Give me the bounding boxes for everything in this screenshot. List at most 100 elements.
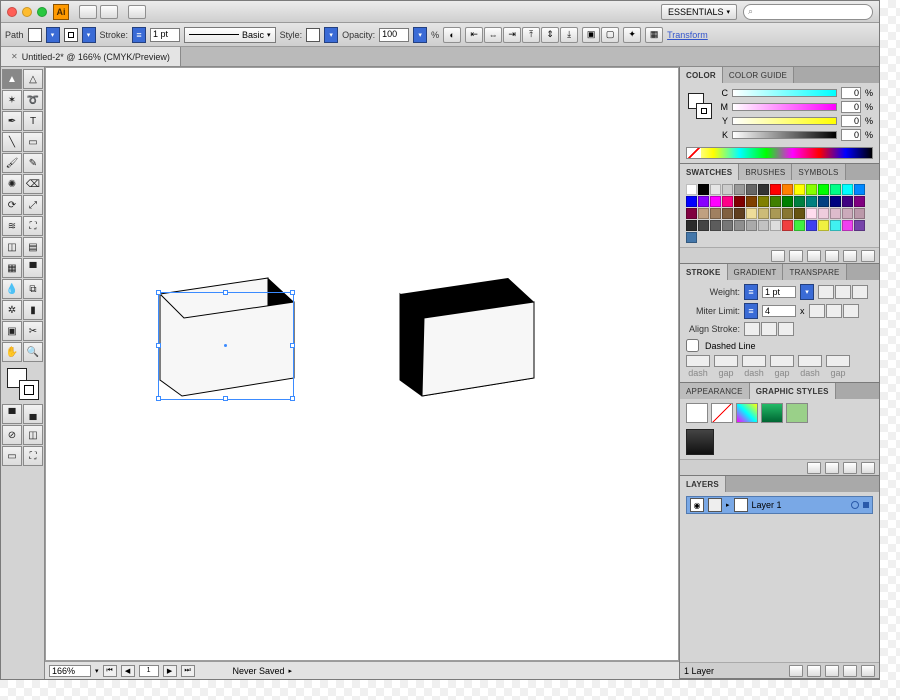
style-light-green[interactable]: [786, 403, 808, 423]
make-clip-icon[interactable]: [807, 665, 821, 677]
magenta-field[interactable]: 0: [841, 101, 861, 113]
stroke-dropdown[interactable]: [82, 27, 96, 43]
swatch[interactable]: [686, 208, 697, 219]
color-spectrum[interactable]: [686, 147, 873, 159]
swatch[interactable]: [758, 220, 769, 231]
swatch-libraries-icon[interactable]: [771, 250, 785, 262]
align-left-icon[interactable]: ⇤: [465, 27, 483, 43]
align-hcenter-icon[interactable]: ⇔: [484, 27, 502, 43]
layout-toggle-b[interactable]: [100, 5, 118, 19]
artboard-tool-icon[interactable]: ▣: [2, 321, 22, 341]
width-tool-icon[interactable]: ≋: [2, 216, 22, 236]
delete-layer-icon[interactable]: [861, 665, 875, 677]
scale-tool-icon[interactable]: ⤢: [23, 195, 43, 215]
swatch[interactable]: [770, 196, 781, 207]
swatch[interactable]: [722, 220, 733, 231]
target-icon[interactable]: [851, 501, 859, 509]
perspective-grid-tool-icon[interactable]: ▤: [23, 237, 43, 257]
blob-brush-tool-icon[interactable]: ✺: [2, 174, 22, 194]
eraser-tool-icon[interactable]: ⌫: [23, 174, 43, 194]
symbol-sprayer-tool-icon[interactable]: ✲: [2, 300, 22, 320]
dashed-line-checkbox[interactable]: [686, 339, 699, 352]
swatch[interactable]: [830, 184, 841, 195]
swatch[interactable]: [818, 184, 829, 195]
swatch[interactable]: [734, 208, 745, 219]
new-style-icon[interactable]: [843, 462, 857, 474]
swatch[interactable]: [842, 220, 853, 231]
slice-tool-icon[interactable]: ✂: [23, 321, 43, 341]
tab-layers[interactable]: Layers: [680, 476, 726, 492]
window-close-icon[interactable]: [7, 7, 17, 17]
selection-tool-icon[interactable]: ▲: [2, 69, 22, 89]
new-swatch-icon[interactable]: [843, 250, 857, 262]
rectangle-tool-icon[interactable]: ▭: [23, 132, 43, 152]
swatch[interactable]: [854, 196, 865, 207]
visibility-toggle-icon[interactable]: ◉: [690, 498, 704, 512]
selection-bounding-box[interactable]: [158, 292, 294, 400]
swatch[interactable]: [794, 196, 805, 207]
new-layer-icon[interactable]: [843, 665, 857, 677]
swatch[interactable]: [722, 196, 733, 207]
direct-selection-tool-icon[interactable]: △: [23, 69, 43, 89]
close-icon[interactable]: ✕: [11, 52, 18, 61]
miter-field[interactable]: 4: [762, 305, 796, 317]
last-artboard-icon[interactable]: ⏭: [181, 665, 195, 677]
corner-miter-icon[interactable]: [809, 304, 825, 318]
swatch[interactable]: [722, 208, 733, 219]
layer-row[interactable]: ◉ ▸ Layer 1: [686, 496, 873, 514]
graphic-style-dropdown[interactable]: [324, 27, 338, 43]
cyan-field[interactable]: 0: [841, 87, 861, 99]
prev-artboard-icon[interactable]: ◀: [121, 665, 135, 677]
swatch[interactable]: [770, 184, 781, 195]
swatch[interactable]: [842, 208, 853, 219]
delete-style-icon[interactable]: [861, 462, 875, 474]
fill-dropdown[interactable]: [46, 27, 60, 43]
draw-mode-icon[interactable]: ◫: [23, 425, 43, 445]
align-inside-icon[interactable]: [761, 322, 777, 336]
dash-field[interactable]: [714, 355, 738, 367]
paintbrush-tool-icon[interactable]: 🖌: [2, 153, 22, 173]
style-libraries-icon[interactable]: [807, 462, 821, 474]
gradient-tool-icon[interactable]: ▀: [23, 258, 43, 278]
weight-dropdown[interactable]: [800, 284, 814, 300]
screen-mode-icon[interactable]: ▭: [2, 446, 22, 466]
style-default[interactable]: [686, 403, 708, 423]
change-screen-icon[interactable]: ⛶: [23, 446, 43, 466]
swatch[interactable]: [818, 220, 829, 231]
swatch[interactable]: [842, 184, 853, 195]
style-rainbow[interactable]: [736, 403, 758, 423]
tab-color[interactable]: Color: [680, 67, 723, 83]
swatch[interactable]: [830, 208, 841, 219]
swatch[interactable]: [698, 184, 709, 195]
cap-butt-icon[interactable]: [818, 285, 834, 299]
tab-transparency[interactable]: Transpare: [783, 264, 846, 280]
workspace-switcher[interactable]: ESSENTIALS ▾: [661, 4, 737, 20]
swatch[interactable]: [746, 220, 757, 231]
arrange-toggle[interactable]: [128, 5, 146, 19]
show-kinds-icon[interactable]: [789, 250, 803, 262]
mesh-tool-icon[interactable]: ▦: [2, 258, 22, 278]
fill-stroke-indicator[interactable]: [5, 368, 41, 400]
first-artboard-icon[interactable]: ⏮: [103, 665, 117, 677]
column-graph-tool-icon[interactable]: ▮: [23, 300, 43, 320]
swatch[interactable]: [698, 220, 709, 231]
swatch[interactable]: [806, 196, 817, 207]
blend-tool-icon[interactable]: ⧉: [23, 279, 43, 299]
recolor-artwork-icon[interactable]: ◐: [443, 27, 461, 43]
swatch[interactable]: [782, 220, 793, 231]
swatch[interactable]: [782, 208, 793, 219]
tab-appearance[interactable]: Appearance: [680, 383, 750, 399]
delete-swatch-icon[interactable]: [861, 250, 875, 262]
swatch[interactable]: [806, 184, 817, 195]
tab-gradient[interactable]: Gradient: [728, 264, 784, 280]
yellow-slider[interactable]: [732, 117, 837, 125]
swatch[interactable]: [842, 196, 853, 207]
cyan-slider[interactable]: [732, 89, 837, 97]
artboard-number-field[interactable]: 1: [139, 665, 159, 677]
swatch[interactable]: [758, 208, 769, 219]
cap-round-icon[interactable]: [835, 285, 851, 299]
tab-symbols[interactable]: Symbols: [792, 164, 845, 180]
black-field[interactable]: 0: [841, 129, 861, 141]
stroke-indicator-icon[interactable]: [19, 380, 39, 400]
magic-wand-tool-icon[interactable]: ✶: [2, 90, 22, 110]
